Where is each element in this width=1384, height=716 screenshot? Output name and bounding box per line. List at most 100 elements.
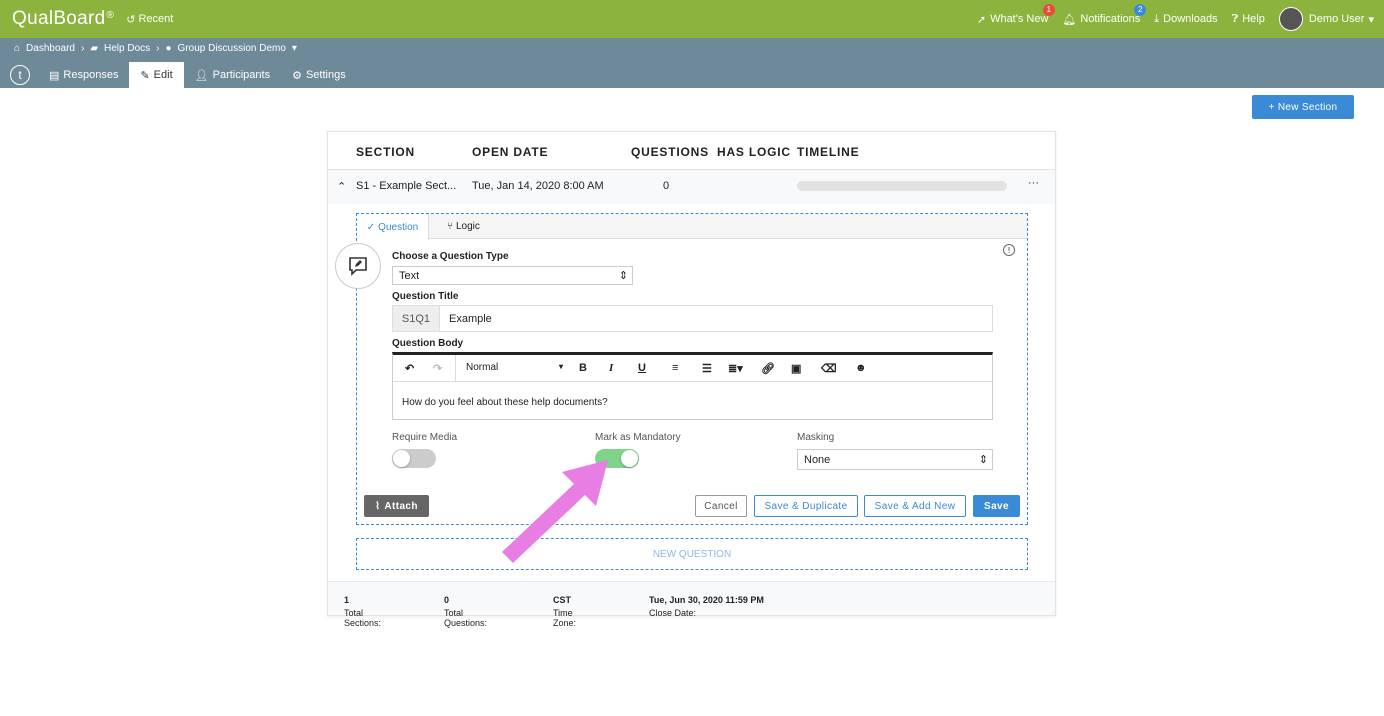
breadcrumb-dashboard[interactable]: Dashboard xyxy=(26,43,75,54)
undo-icon[interactable]: ↶ xyxy=(405,362,414,375)
app-logo[interactable]: QualBoard ® xyxy=(12,8,114,30)
whats-new-badge: 1 xyxy=(1042,3,1055,16)
tab-logic[interactable]: ⑂ Logic xyxy=(447,214,480,239)
chevron-up-icon[interactable]: ⌃ xyxy=(337,180,346,193)
underline-icon[interactable]: U xyxy=(638,362,646,374)
caret-down-icon: ▾ xyxy=(291,43,297,54)
col-questions: QUESTIONS xyxy=(631,145,709,159)
image-icon[interactable]: ▣ xyxy=(791,362,801,375)
whats-new-button[interactable]: ➚ What's New 1 xyxy=(976,3,1055,26)
attach-button[interactable]: ⌇ Attach xyxy=(364,495,429,517)
question-body-label: Question Body xyxy=(392,338,464,349)
tab-responses[interactable]: ▤ Responses xyxy=(38,62,129,88)
bullet-list-icon[interactable]: ☰ xyxy=(702,362,712,375)
question-editor: ✓ Question ⑂ Logic ! Choose a Question Typ… xyxy=(335,213,1028,525)
annotation-arrow-icon xyxy=(502,460,608,563)
timeline-bar xyxy=(797,181,1007,191)
breadcrumb: ⌂ Dashboard › ▰ Help Docs › ● Group Disc… xyxy=(14,43,297,54)
total-questions: Total Questions: 0 xyxy=(444,595,488,628)
question-type-icon xyxy=(335,243,381,289)
top-bar: QualBoard ® ↺ Recent ➚ What's New 1 🔔︎ Notif… xyxy=(0,0,1384,38)
avatar xyxy=(1278,7,1303,31)
help-button[interactable]: ❓︎ Help xyxy=(1232,13,1265,26)
home-icon: ⌂ xyxy=(14,43,21,54)
gear-icon: ⚙ xyxy=(292,69,302,82)
editor-toolbar: ↶ ↷ Normal ▾ B I U ≡ ☰ ≣▾ 🔗︎ ▣ ⌫ ☻ xyxy=(393,355,992,382)
rocket-icon: ➚ xyxy=(976,13,987,26)
edit-icon: ✎ xyxy=(140,69,150,82)
brand-mark-icon[interactable]: t xyxy=(10,65,30,85)
close-date: Close Date: Tue, Jun 30, 2020 11:59 PM xyxy=(649,595,764,618)
masking-select[interactable]: None ⇕ xyxy=(797,449,993,470)
col-section: SECTION xyxy=(356,145,415,159)
breadcrumb-help-docs[interactable]: Help Docs xyxy=(104,43,150,54)
question-title-field[interactable]: S1Q1 Example xyxy=(392,305,993,332)
question-type-select[interactable]: Text ⇕ xyxy=(392,266,633,285)
recent-button[interactable]: ↺ Recent xyxy=(126,13,173,26)
question-circle-icon: ❓︎ xyxy=(1231,12,1239,25)
sub-bar: ⌂ Dashboard › ▰ Help Docs › ● Group Disc… xyxy=(0,38,1384,88)
select-arrows-icon: ⇕ xyxy=(978,454,988,466)
link-icon[interactable]: 🔗︎ xyxy=(761,362,775,375)
folder-icon: ▰ xyxy=(90,43,99,54)
bell-icon: 🔔︎ xyxy=(1062,13,1077,26)
italic-icon[interactable]: I xyxy=(609,362,613,374)
eraser-icon[interactable]: ⌫ xyxy=(821,362,837,375)
section-row[interactable]: ⌃ S1 - Example Sect... Tue, Jan 14, 2020… xyxy=(328,170,1055,204)
paperclip-icon: ⌇ xyxy=(375,500,381,512)
col-open-date: OPEN DATE xyxy=(472,145,549,159)
question-tabs: ✓ Question ⑂ Logic xyxy=(357,214,1027,240)
list-icon: ▤ xyxy=(49,69,60,82)
caret-down-icon[interactable]: ▾ xyxy=(559,362,563,371)
cancel-button[interactable]: Cancel xyxy=(695,495,747,517)
table-header: SECTION OPEN DATE QUESTIONS HAS LOGIC TI… xyxy=(328,132,1055,170)
bold-icon[interactable]: B xyxy=(579,362,587,374)
time-zone: Time Zone: CST xyxy=(553,595,577,628)
select-arrows-icon: ⇕ xyxy=(618,270,628,282)
require-media-toggle[interactable] xyxy=(392,449,436,468)
section-open-date: Tue, Jan 14, 2020 8:00 AM xyxy=(472,180,604,192)
check-icon: ✓ xyxy=(366,221,376,233)
question-body-text[interactable]: How do you feel about these help documen… xyxy=(402,397,608,408)
tab-question[interactable]: ✓ Question xyxy=(357,214,429,240)
emoji-icon[interactable]: ☻ xyxy=(855,362,867,374)
notifications-button[interactable]: 🔔︎ Notifications 2 xyxy=(1062,3,1147,26)
new-question-button[interactable]: NEW QUESTION xyxy=(356,538,1028,570)
history-icon: ↺ xyxy=(126,13,136,26)
ordered-list-icon[interactable]: ≡ xyxy=(672,362,678,374)
save-duplicate-button[interactable]: Save & Duplicate xyxy=(754,495,858,517)
branch-icon: ⑂ xyxy=(447,221,453,232)
panel-footer: Total Sections: 1 Total Questions: 0 Tim… xyxy=(328,581,1055,628)
chevron-right-icon: › xyxy=(156,43,160,54)
question-number: S1Q1 xyxy=(393,306,440,331)
breadcrumb-project[interactable]: Group Discussion Demo xyxy=(178,43,286,54)
new-section-button[interactable]: + New Section xyxy=(1252,95,1354,119)
more-menu-icon[interactable]: ··· xyxy=(1028,177,1039,189)
question-type-label: Choose a Question Type xyxy=(392,251,509,262)
user-menu[interactable]: Demo User ▾ xyxy=(1278,7,1374,31)
section-name: S1 - Example Sect... xyxy=(356,180,457,192)
question-title-label: Question Title xyxy=(392,291,459,302)
comments-icon: ● xyxy=(165,43,172,54)
info-icon[interactable]: ! xyxy=(1003,244,1015,256)
masking-label: Masking xyxy=(797,432,835,443)
sections-panel: SECTION OPEN DATE QUESTIONS HAS LOGIC TI… xyxy=(327,131,1056,628)
question-title-input[interactable]: Example xyxy=(440,306,492,331)
project-tabs: t ▤ Responses ✎ Edit 👤︎ Participants ⚙ Setti… xyxy=(0,62,357,88)
tab-edit[interactable]: ✎ Edit xyxy=(129,62,184,88)
format-select[interactable]: Normal xyxy=(466,362,498,373)
user-icon: 👤︎ xyxy=(194,69,209,82)
require-media-label: Require Media xyxy=(392,432,458,443)
tab-settings[interactable]: ⚙ Settings xyxy=(281,62,357,88)
align-icon[interactable]: ≣▾ xyxy=(728,362,743,375)
redo-icon[interactable]: ↷ xyxy=(433,362,442,375)
total-sections: Total Sections: 1 xyxy=(344,595,382,628)
chevron-right-icon: › xyxy=(80,43,85,54)
downloads-button[interactable]: ⤓ Downloads xyxy=(1154,13,1217,26)
tab-participants[interactable]: 👤︎ Participants xyxy=(184,62,281,88)
col-timeline: TIMELINE xyxy=(797,145,860,159)
save-add-new-button[interactable]: Save & Add New xyxy=(864,495,966,517)
rich-text-editor: ↶ ↷ Normal ▾ B I U ≡ ☰ ≣▾ 🔗︎ ▣ ⌫ ☻ How d… xyxy=(392,352,993,420)
save-button[interactable]: Save xyxy=(973,495,1020,517)
col-has-logic: HAS LOGIC xyxy=(717,145,791,159)
